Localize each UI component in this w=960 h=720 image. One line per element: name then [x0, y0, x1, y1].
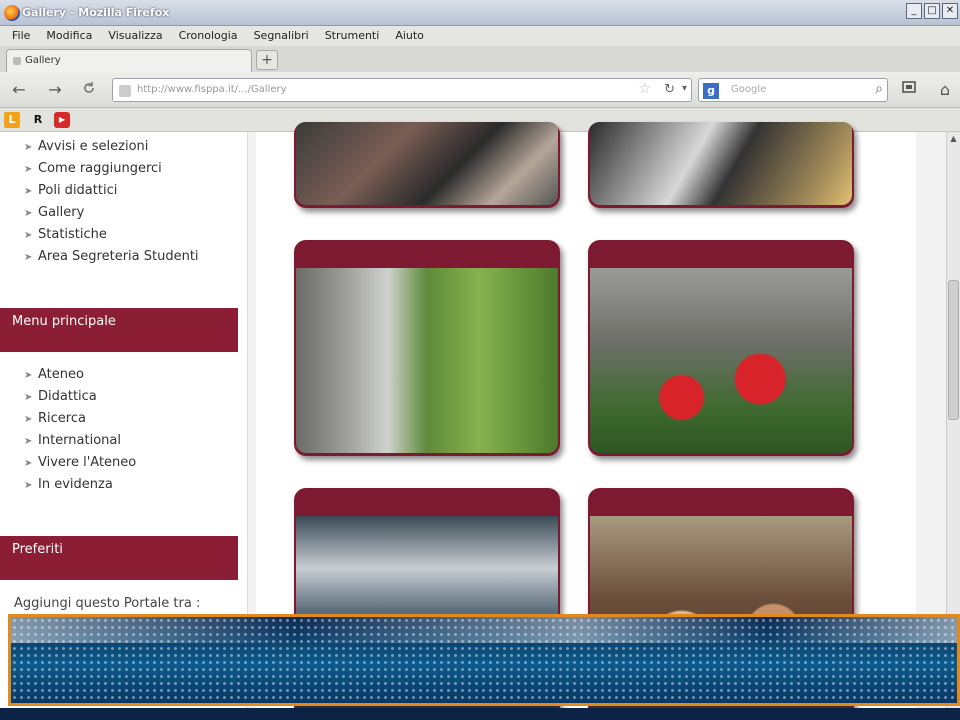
sidebar-item-area-segreteria[interactable]: ➤ Area Segreteria Studenti: [24, 246, 199, 268]
reload-icon[interactable]: ↻: [664, 82, 675, 97]
close-button[interactable]: ✕: [942, 3, 958, 19]
gallery-photo[interactable]: [590, 122, 852, 205]
search-icon[interactable]: ⌕: [875, 81, 883, 97]
reload-page-icon[interactable]: [78, 79, 100, 101]
maximize-button[interactable]: □: [924, 3, 940, 19]
bullet-arrow-icon: ➤: [24, 208, 33, 219]
menu-cronologia[interactable]: Cronologia: [171, 26, 246, 46]
menu-file[interactable]: File: [4, 26, 38, 46]
bookmark-star-icon[interactable]: ☆: [638, 81, 651, 97]
bullet-arrow-icon: ➤: [24, 436, 33, 447]
search-bar[interactable]: g Google ⌕: [698, 78, 888, 102]
bookmark-feed-icon[interactable]: L: [4, 112, 20, 128]
menu-principale-header: Menu principale: [0, 308, 238, 352]
preferiti-text: Aggiungi questo Portale tra :: [14, 596, 201, 611]
gallery-photo[interactable]: [590, 268, 852, 453]
menu-principale-list: ➤ Ateneo ➤ Didattica ➤ Ricerca ➤ Internation…: [24, 364, 136, 496]
search-placeholder[interactable]: Google: [731, 84, 766, 95]
gallery-card[interactable]: [588, 122, 854, 208]
sidebar-item-ricerca[interactable]: ➤ Ricerca: [24, 408, 136, 430]
bookmark-video-icon[interactable]: ▶: [54, 112, 70, 128]
menu-bar: File Modifica Visualizza Cronologia Segn…: [0, 26, 960, 46]
menu-aiuto[interactable]: Aiuto: [387, 26, 432, 46]
search-engine-icon[interactable]: g: [703, 83, 719, 99]
sidebar-item-gallery[interactable]: ➤ Gallery: [24, 202, 199, 224]
bullet-arrow-icon: ➤: [24, 370, 33, 381]
menu-segnalibri[interactable]: Segnalibri: [246, 26, 317, 46]
bullet-arrow-icon: ➤: [24, 252, 33, 263]
sidebar-top-links: ➤ Avvisi e selezioni ➤ Come raggiungerci ➤…: [24, 136, 199, 268]
tab-gallery[interactable]: Gallery: [6, 49, 252, 72]
sidebar-item-ateneo[interactable]: ➤ Ateneo: [24, 364, 136, 386]
forward-button[interactable]: →: [44, 79, 66, 101]
bullet-arrow-icon: ➤: [24, 142, 33, 153]
sidebar-item-poli-didattici[interactable]: ➤ Poli didattici: [24, 180, 199, 202]
sidebar-item-avvisi[interactable]: ➤ Avvisi e selezioni: [24, 136, 199, 158]
bullet-arrow-icon: ➤: [24, 392, 33, 403]
sidebar-item-vivere-ateneo[interactable]: ➤ Vivere l'Ateneo: [24, 452, 136, 474]
firefox-icon: [4, 5, 20, 21]
minimize-button[interactable]: _: [906, 3, 922, 19]
menu-modifica[interactable]: Modifica: [38, 26, 100, 46]
window-titlebar: Gallery - Mozilla Firefox _ □ ✕: [0, 0, 960, 26]
window-controls: _ □ ✕: [906, 3, 958, 19]
window-title: Gallery - Mozilla Firefox: [22, 6, 170, 19]
site-identity-icon[interactable]: [119, 85, 131, 97]
video-overlay-banner: [8, 614, 960, 706]
navigation-toolbar: ← → http://www.fisppa.it/.../Gallery ☆ ↻…: [0, 72, 960, 108]
bullet-arrow-icon: ➤: [24, 480, 33, 491]
menu-visualizza[interactable]: Visualizza: [100, 26, 170, 46]
banner-dot-pattern: [11, 617, 957, 703]
sidebar-item-statistiche[interactable]: ➤ Statistiche: [24, 224, 199, 246]
bullet-arrow-icon: ➤: [24, 458, 33, 469]
bottom-strip: [0, 708, 960, 720]
downloads-icon[interactable]: [898, 79, 920, 101]
page-favicon-icon: [13, 57, 21, 65]
sidebar-item-didattica[interactable]: ➤ Didattica: [24, 386, 136, 408]
menu-strumenti[interactable]: Strumenti: [317, 26, 388, 46]
gallery-card[interactable]: [294, 240, 560, 456]
back-button[interactable]: ←: [8, 79, 30, 101]
bookmark-r-icon[interactable]: R: [30, 112, 46, 128]
scroll-up-icon[interactable]: ▲: [948, 134, 959, 146]
new-tab-button[interactable]: +: [256, 50, 278, 70]
tab-strip: Gallery +: [0, 46, 960, 72]
gallery-card[interactable]: [588, 240, 854, 456]
scrollbar-thumb[interactable]: [948, 280, 959, 420]
bullet-arrow-icon: ➤: [24, 186, 33, 197]
bullet-arrow-icon: ➤: [24, 414, 33, 425]
tab-label: Gallery: [25, 55, 61, 66]
preferiti-header: Preferiti: [0, 536, 238, 580]
sidebar-item-come-raggiungerci[interactable]: ➤ Come raggiungerci: [24, 158, 199, 180]
url-dropdown-icon[interactable]: ▾: [682, 83, 687, 94]
gallery-photo[interactable]: [296, 268, 558, 453]
url-bar[interactable]: http://www.fisppa.it/.../Gallery ☆ ↻ ▾: [112, 78, 692, 102]
bullet-arrow-icon: ➤: [24, 164, 33, 175]
sidebar-item-in-evidenza[interactable]: ➤ In evidenza: [24, 474, 136, 496]
gallery-card[interactable]: [294, 122, 560, 208]
sidebar-item-international[interactable]: ➤ International: [24, 430, 136, 452]
url-text[interactable]: http://www.fisppa.it/.../Gallery: [137, 84, 597, 95]
home-button[interactable]: ⌂: [934, 79, 956, 101]
gallery-photo[interactable]: [296, 122, 558, 205]
bullet-arrow-icon: ➤: [24, 230, 33, 241]
